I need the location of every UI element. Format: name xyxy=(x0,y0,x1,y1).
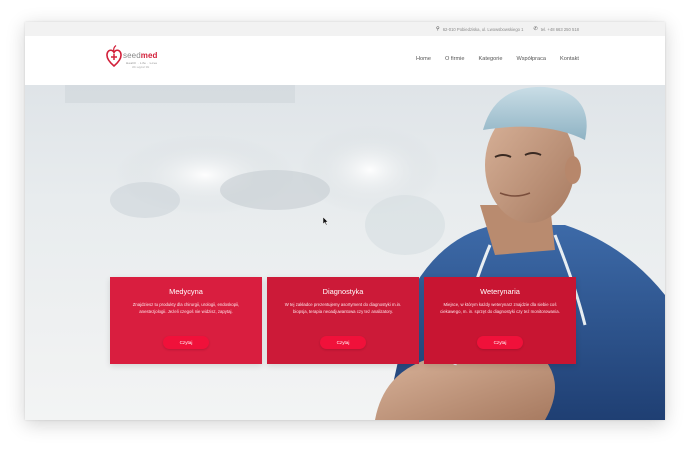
browser-viewport: ⚲ 62-010 Pobiedziska, ul. Lwowsbowskiego… xyxy=(25,22,665,420)
site-logo[interactable]: seedmed Health · Life · Love We support … xyxy=(105,44,175,78)
nav-item-kategorie[interactable]: Kategorie xyxy=(479,56,503,62)
location-pin-icon: ⚲ xyxy=(436,25,440,32)
mouse-cursor-icon xyxy=(323,217,329,226)
main-nav: Home O firmie Kategorie Współpraca Konta… xyxy=(416,56,579,62)
hero-surgeon-image xyxy=(65,85,665,420)
card-diagnostyka: Diagnostyka W tej zakładce prezentujemy … xyxy=(267,277,419,364)
card-weterynaria: Weterynaria Miejsce, w którym każdy wete… xyxy=(424,277,576,364)
card-description: Znajdziesz tu produkty dla chirurgii, ur… xyxy=(132,302,240,314)
nav-item-home[interactable]: Home xyxy=(416,56,431,62)
address-text: 62-010 Pobiedziska, ul. Lwowsbowskiego 1 xyxy=(442,26,524,32)
nav-item-kontakt[interactable]: Kontakt xyxy=(560,56,579,62)
phone-text[interactable]: tel. +48 663 250 518 xyxy=(541,27,579,32)
logo-tagline: Health · Life · Love xyxy=(126,61,158,65)
top-contact-bar: ⚲ 62-010 Pobiedziska, ul. Lwowsbowskiego… xyxy=(25,22,665,36)
nav-item-wspolpraca[interactable]: Współpraca xyxy=(516,56,546,62)
read-button[interactable]: Czytaj xyxy=(477,336,523,349)
address-item: ⚲ 62-010 Pobiedziska, ul. Lwowsbowskiego… xyxy=(436,25,524,32)
card-title: Diagnostyka xyxy=(322,287,364,296)
phone-item[interactable]: ✆ tel. +48 663 250 518 xyxy=(533,25,579,32)
logo-subline: We support life xyxy=(132,66,150,69)
hero-banner: Medycyna Znajdziesz tu produkty dla chir… xyxy=(25,85,665,420)
read-button[interactable]: Czytaj xyxy=(320,336,366,349)
card-title: Medycyna xyxy=(169,287,203,296)
logo-wordmark: seedmed xyxy=(123,51,158,60)
category-cards: Medycyna Znajdziesz tu produkty dla chir… xyxy=(110,277,576,364)
read-button[interactable]: Czytaj xyxy=(163,336,209,349)
phone-icon: ✆ xyxy=(533,25,538,32)
card-description: W tej zakładce prezentujemy asortyment d… xyxy=(284,302,402,314)
card-medycyna: Medycyna Znajdziesz tu produkty dla chir… xyxy=(110,277,262,364)
card-description: Miejsce, w którym każdy weterynarz znajd… xyxy=(440,302,560,314)
card-title: Weterynaria xyxy=(480,287,520,296)
site-header: seedmed Health · Life · Love We support … xyxy=(25,36,665,85)
heart-logo-icon xyxy=(106,45,122,68)
nav-item-o-firmie[interactable]: O firmie xyxy=(445,56,465,62)
